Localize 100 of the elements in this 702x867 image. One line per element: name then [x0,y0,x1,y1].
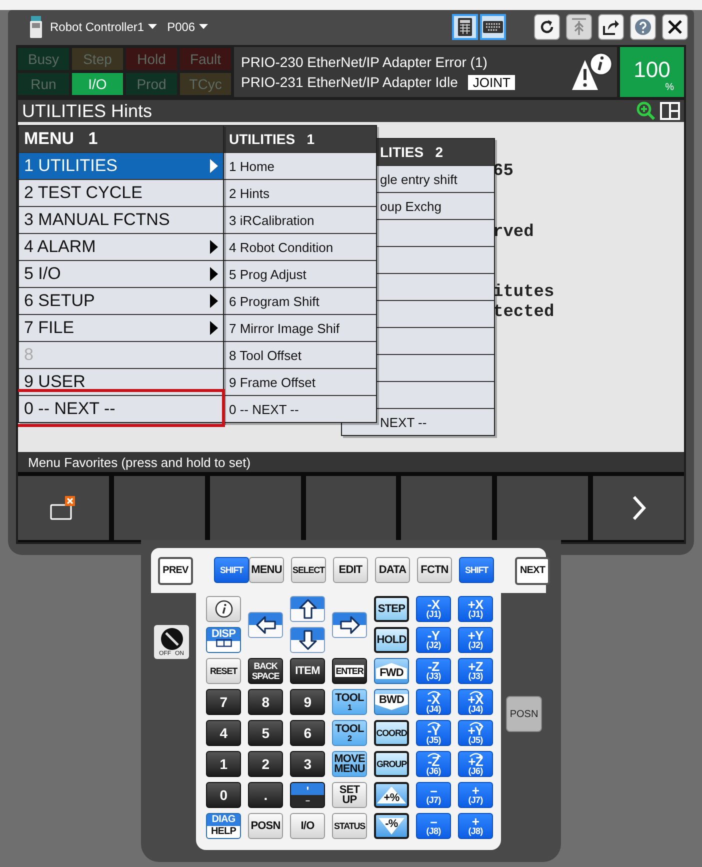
keypad-key[interactable]: DIAG HELP [206,813,241,839]
warning-info-icon[interactable] [571,52,613,92]
keypad-key[interactable]: BWD [374,689,409,715]
menu-item[interactable]: 9 Frame Offset [224,368,376,395]
keypad-key[interactable]: COORD [374,720,409,746]
keypad-key[interactable]: 2 [248,751,283,777]
keypad-key[interactable]: TOOL 2 [332,720,367,746]
pendant-view-button[interactable] [452,14,478,40]
keypad-key[interactable]: DISP [206,627,241,653]
keypad-key[interactable]: -Z (J6) [416,751,451,777]
keypad-key[interactable]: 5 [248,720,283,746]
undock-button[interactable] [598,14,624,40]
keypad-key[interactable]: +X (J4) [458,689,493,715]
controller-dropdown[interactable]: Robot Controller1 [48,20,160,34]
zoom-in-icon[interactable] [636,101,656,121]
keypad-key[interactable]: SELECT [291,557,326,583]
keypad-key[interactable]: +X (J1) [458,596,493,622]
menu-item[interactable]: 4 ALARM [19,233,223,260]
keypad-key[interactable]: 7 [206,689,241,715]
menu-item[interactable]: 0 -- NEXT -- [19,395,223,422]
layout-icon[interactable] [660,102,680,120]
keyboard-button[interactable] [480,14,506,40]
menu-item[interactable]: 4 Robot Condition [224,233,376,260]
keypad-key[interactable]: +% [374,782,409,808]
menu-item[interactable]: 9 USER [19,368,223,395]
menu-item[interactable]: 0 -- NEXT -- [224,395,376,422]
menu-item[interactable]: 6 Program Shift [224,287,376,314]
keypad-key[interactable]: SHIFT [214,557,249,583]
keypad-key[interactable]: +Y (J5) [458,720,493,746]
menu-item[interactable]: 5 Prog Adjust [224,260,376,287]
keypad-key[interactable]: SET UP [332,782,367,808]
keypad-key[interactable]: – (J8) [416,813,451,839]
menu-item[interactable]: 5 I/O [19,260,223,287]
keypad-key[interactable]: -X (J4) [416,689,451,715]
menu-item[interactable]: NEXT -- [342,408,494,435]
menu-item[interactable]: oup Exchg [342,192,494,219]
keypad-key[interactable]: ʹ – [290,782,325,808]
keypad-key[interactable]: TOOL 1 [332,689,367,715]
close-button[interactable] [662,14,688,40]
keypad-key[interactable]: -Z (J3) [416,658,451,684]
upload-button[interactable] [566,14,592,40]
keypad-key[interactable]: GROUP [374,751,409,777]
keypad-key[interactable]: -% [374,813,409,839]
keypad-key[interactable]: STATUS [332,813,367,839]
menu-item[interactable]: 3 MANUAL FCTNS [19,206,223,233]
keypad-key[interactable]: . [248,782,283,808]
keypad-key[interactable]: HOLD [374,627,409,653]
keypad-key[interactable]: RESET [206,658,241,684]
keypad-key[interactable]: 1 [206,751,241,777]
keypad-key[interactable]: 3 [290,751,325,777]
keypad-key[interactable]: -Y (J2) [416,627,451,653]
softkey-button[interactable] [18,476,109,540]
keypad-key[interactable]: +Z (J6) [458,751,493,777]
menu-item[interactable]: 1 UTILITIES [19,152,223,179]
keypad-key[interactable]: + (J8) [458,813,493,839]
menu-item[interactable]: gle entry shift [342,165,494,192]
side-key[interactable]: POSN [506,696,542,732]
arrow-key[interactable] [290,627,325,653]
keypad-key[interactable]: +Y (J2) [458,627,493,653]
menu-item[interactable]: 3 iRCalibration [224,206,376,233]
keypad-key[interactable]: – (J7) [416,782,451,808]
menu-item[interactable]: 6 SETUP [19,287,223,314]
menu-item[interactable]: 7 Mirror Image Shif [224,314,376,341]
arrow-key[interactable] [332,612,367,638]
refresh-button[interactable] [534,14,560,40]
keypad-key[interactable]: EDIT [333,557,368,583]
keypad-key[interactable]: + (J7) [458,782,493,808]
keypad-key[interactable]: +Z (J3) [458,658,493,684]
keypad-key[interactable]: PREV [158,557,193,585]
keypad-key[interactable]: STEP [374,596,409,622]
keypad-key[interactable]: ENTER [332,658,367,684]
keypad-key[interactable]: 0 [206,782,241,808]
keypad-key[interactable]: FCTN [417,557,452,583]
keypad-key[interactable]: FWD [374,658,409,684]
arrow-key[interactable] [248,612,283,638]
keypad-key[interactable]: SHIFT [459,557,494,583]
keypad-key[interactable]: POSN [248,813,283,839]
program-dropdown[interactable]: P006 [165,20,210,34]
keypad-key[interactable]: MOVE MENU [332,751,367,777]
menu-item[interactable]: 2 Hints [224,179,376,206]
info-key[interactable] [206,596,241,622]
keypad-key[interactable]: I/O [290,813,325,839]
help-button[interactable] [630,14,656,40]
menu-item[interactable]: 2 TEST CYCLE [19,179,223,206]
keypad-key[interactable]: 4 [206,720,241,746]
keypad-key[interactable]: 6 [290,720,325,746]
keypad-key[interactable]: MENU [249,557,284,583]
keypad-key[interactable]: NEXT [515,557,550,585]
keypad-key[interactable]: ITEM [290,658,325,684]
menu-item[interactable]: 7 FILE [19,314,223,341]
keypad-key[interactable]: -Y (J5) [416,720,451,746]
keypad-key[interactable]: -X (J1) [416,596,451,622]
menu-item[interactable]: 1 Home [224,152,376,179]
arrow-key[interactable] [290,596,325,622]
keypad-key[interactable]: 8 [248,689,283,715]
keypad-key[interactable]: DATA [375,557,410,583]
menu-item[interactable]: 8 Tool Offset [224,341,376,368]
keypad-key[interactable]: 9 [290,689,325,715]
rotation-arc-icon [468,752,484,757]
keypad-key[interactable]: BACK SPACE [248,658,283,684]
